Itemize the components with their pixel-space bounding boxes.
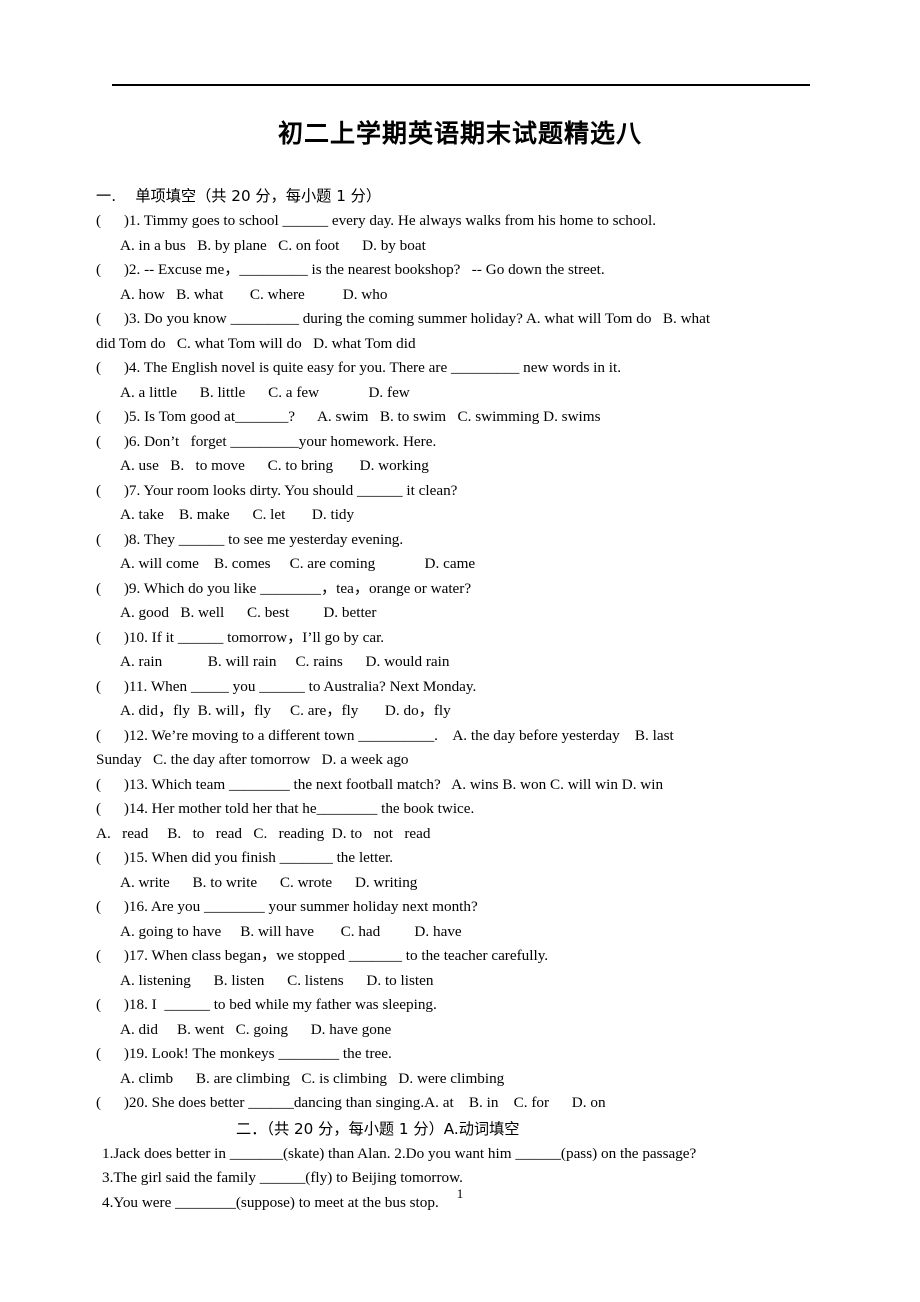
question-options: A. use B. to move C. to bring D. working [120,457,429,474]
fill-in-item: 1.Jack does better in _______(skate) tha… [102,1144,697,1162]
section-1-heading: 一. 单项填空（共 20 分，每小题 1 分） [96,187,382,205]
question-stem: ( )1. Timmy goes to school ______ every … [96,212,657,229]
question-options: A. going to have B. will have C. had D. … [120,922,462,940]
question-stem: ( )12. We’re moving to a different town … [96,726,674,744]
question-stem: ( )14. Her mother told her that he______… [96,800,475,817]
question-stem: ( )19. Look! The monkeys ________ the tr… [96,1045,392,1062]
question-stem: ( )13. Which team ________ the next foot… [96,775,664,793]
question-options: A. listening B. listen C. listens D. to … [120,971,434,989]
question-stem: ( )18. I ______ to bed while my father w… [96,996,437,1013]
question-stem: ( )17. When class began，we stopped _____… [96,947,549,964]
question-stem: ( )5. Is Tom good at_______? A. swim B. … [96,408,601,425]
question-stem: ( )15. When did you finish _______ the l… [96,849,394,866]
question-options: A. in a bus B. by plane C. on foot D. by… [120,236,426,254]
exam-body: 一. 单项填空（共 20 分，每小题 1 分） ( )1. Timmy goes… [96,184,836,1215]
section-2-heading: 二．（共 20 分，每小题 1 分）A.动词填空 [236,1119,520,1138]
question-continuation: did Tom do C. what Tom will do D. what T… [96,334,416,352]
question-stem: ( )16. Are you ________ your summer holi… [96,898,478,915]
question-stem: ( )2. -- Excuse me，_________ is the near… [96,261,605,278]
question-stem: ( )11. When _____ you ______ to Australi… [96,677,477,695]
question-options: A. did B. went C. going D. have gone [120,1020,392,1038]
question-options: A. a little B. little C. a few D. few [120,383,410,401]
question-options: A. good B. well C. best D. better [120,604,377,621]
question-stem: ( )10. If it ______ tomorrow，I’ll go by … [96,628,385,646]
question-stem: ( )4. The English novel is quite easy fo… [96,359,621,376]
question-options: A. did，fly B. will，fly C. are，fly D. do，… [120,702,451,719]
question-stem: ( )6. Don’t forget _________your homewor… [96,432,437,450]
question-stem: ( )9. Which do you like ________，tea，ora… [96,579,472,597]
question-stem: ( )8. They ______ to see me yesterday ev… [96,530,404,548]
page-title: 初二上学期英语期末试题精选八 [277,119,642,148]
question-continuation: Sunday C. the day after tomorrow D. a we… [96,751,409,768]
question-options: A. how B. what C. where D. who [120,285,388,303]
page-number: 1 [456,1186,464,1201]
question-options: A. will come B. comes C. are coming D. c… [120,555,476,572]
question-options: A. climb B. are climbing C. is climbing … [120,1069,505,1087]
question-stem: ( )3. Do you know _________ during the c… [96,310,711,327]
question-options: A. write B. to write C. wrote D. writing [120,873,418,891]
question-options: A. take B. make C. let D. tidy [120,506,355,523]
header-rule [112,84,810,86]
question-stem: ( )7. Your room looks dirty. You should … [96,481,458,499]
exam-page: 初二上学期英语期末试题精选八 一. 单项填空（共 20 分，每小题 1 分） (… [0,0,920,1302]
question-stem: ( )20. She does better ______dancing tha… [96,1094,606,1111]
question-continuation: A. read B. to read C. reading D. to not … [96,824,431,842]
question-options: A. rain B. will rain C. rains D. would r… [120,653,450,670]
